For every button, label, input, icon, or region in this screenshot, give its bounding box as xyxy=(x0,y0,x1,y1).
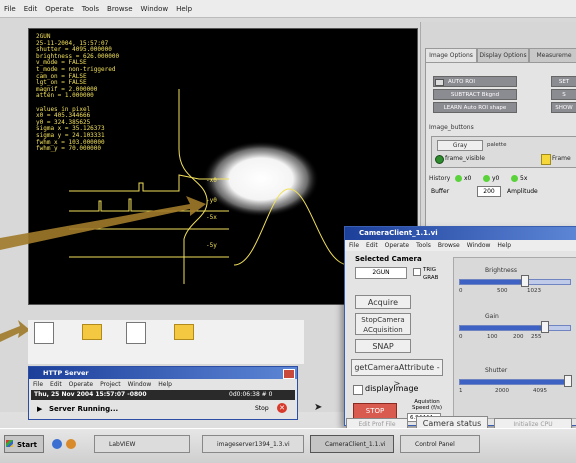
shutter-knob[interactable] xyxy=(563,375,572,387)
gain-track xyxy=(459,325,571,331)
folder-icon-2[interactable] xyxy=(174,324,194,340)
gain-knob[interactable] xyxy=(540,321,549,333)
brightness-fill xyxy=(460,280,526,284)
brightness-scale-min: 0 xyxy=(459,288,463,294)
http-menu-file[interactable]: File xyxy=(33,381,43,388)
stop-button[interactable]: STOP xyxy=(353,403,397,419)
cam-menu-browse[interactable]: Browse xyxy=(438,242,460,249)
trig-checkbox[interactable] xyxy=(413,268,421,276)
display-image-checkbox[interactable] xyxy=(353,385,363,395)
brightness-scale-mid: 500 xyxy=(497,288,508,294)
brightness-label: Brightness xyxy=(485,267,517,274)
gain-scale-2: 200 xyxy=(513,334,524,340)
http-counter: 0d0:06:38 # 0 xyxy=(229,391,273,398)
cam-menu-operate[interactable]: Operate xyxy=(385,242,409,249)
brightness-track xyxy=(459,279,571,285)
cam-menu-help[interactable]: Help xyxy=(497,242,511,249)
arrow-to-desktop xyxy=(0,320,30,342)
shutter-scale-min: 1 xyxy=(459,388,463,394)
gain-scale-1: 100 xyxy=(487,334,498,340)
document-icon[interactable] xyxy=(34,322,54,344)
get-camera-attribute-button[interactable]: getCameraAttribute -> xyxy=(351,359,443,388)
http-menu-project[interactable]: Project xyxy=(100,381,121,388)
http-menu-edit[interactable]: Edit xyxy=(50,381,62,388)
grab-label: GRAB xyxy=(423,275,439,281)
server-status: Server Running... xyxy=(49,405,119,413)
gain-scale-0: 0 xyxy=(459,334,463,340)
shutter-scale-mid: 2000 xyxy=(495,388,509,394)
cam-menu-edit[interactable]: Edit xyxy=(366,242,378,249)
cam-menu-tools[interactable]: Tools xyxy=(416,242,431,249)
trig-label: TRIG xyxy=(423,267,437,273)
http-title-bar[interactable]: HTTP Server xyxy=(29,367,297,379)
server-play-icon: ▶ xyxy=(37,405,43,413)
task-labview[interactable]: LabVIEW xyxy=(94,435,190,453)
brightness-scale-max: 1023 xyxy=(527,288,541,294)
cam-menu-window[interactable]: Window xyxy=(467,242,491,249)
camera-menubar: File Edit Operate Tools Browse Window He… xyxy=(345,240,576,251)
http-close-icon[interactable] xyxy=(283,369,295,379)
acquire-button[interactable]: Acquire xyxy=(355,295,411,309)
selected-camera-label: Selected Camera xyxy=(355,255,422,263)
cursor-icon: ➤ xyxy=(314,402,323,413)
snap-button[interactable]: SNAP xyxy=(355,339,411,353)
shutter-track xyxy=(459,379,571,385)
gain-label: Gain xyxy=(485,313,499,320)
acquisition-speed-label: Aquistion Speed (f/s) xyxy=(412,399,442,411)
quicklaunch-icon[interactable] xyxy=(66,439,76,449)
file-icon[interactable] xyxy=(126,322,146,344)
http-menu-window[interactable]: Window xyxy=(128,381,152,388)
http-menu-operate[interactable]: Operate xyxy=(69,381,93,388)
http-stop-icon[interactable]: ✕ xyxy=(277,403,287,413)
ie-icon[interactable] xyxy=(52,439,62,449)
desktop-area xyxy=(28,320,304,364)
http-server-window: HTTP Server File Edit Operate Project Wi… xyxy=(28,366,298,420)
http-menubar: File Edit Operate Project Window Help xyxy=(29,379,297,389)
cam-menu-file[interactable]: File xyxy=(349,242,359,249)
gain-scale-3: 255 xyxy=(531,334,542,340)
camera-client-window: CameraClient_1.1.vi File Edit Operate To… xyxy=(344,226,576,426)
brightness-knob[interactable] xyxy=(521,275,529,287)
task-control-panel[interactable]: Control Panel xyxy=(400,435,480,453)
task-cameraclient[interactable]: CameraClient_1.1.vi xyxy=(310,435,394,453)
http-stop-label: Stop xyxy=(255,405,269,412)
camera-select[interactable]: 2GUN xyxy=(355,267,407,279)
windows-logo-icon xyxy=(6,440,13,447)
stop-camera-button[interactable]: StopCamera ACquisition xyxy=(355,313,411,335)
shutter-scale-max: 4095 xyxy=(533,388,547,394)
shutter-label: Shutter xyxy=(485,367,508,374)
display-image-label: displayImage xyxy=(365,384,419,393)
arrow-to-display xyxy=(0,196,206,250)
camera-title-bar[interactable]: CameraClient_1.1.vi xyxy=(345,227,576,240)
folder-icon[interactable] xyxy=(82,324,102,340)
taskbar: Start LabVIEW imageserver1394_1.3.vi Cam… xyxy=(0,428,576,463)
http-menu-help[interactable]: Help xyxy=(158,381,172,388)
gain-fill xyxy=(460,326,546,330)
task-imageserver[interactable]: imageserver1394_1.3.vi xyxy=(202,435,304,453)
shutter-fill xyxy=(460,380,569,384)
